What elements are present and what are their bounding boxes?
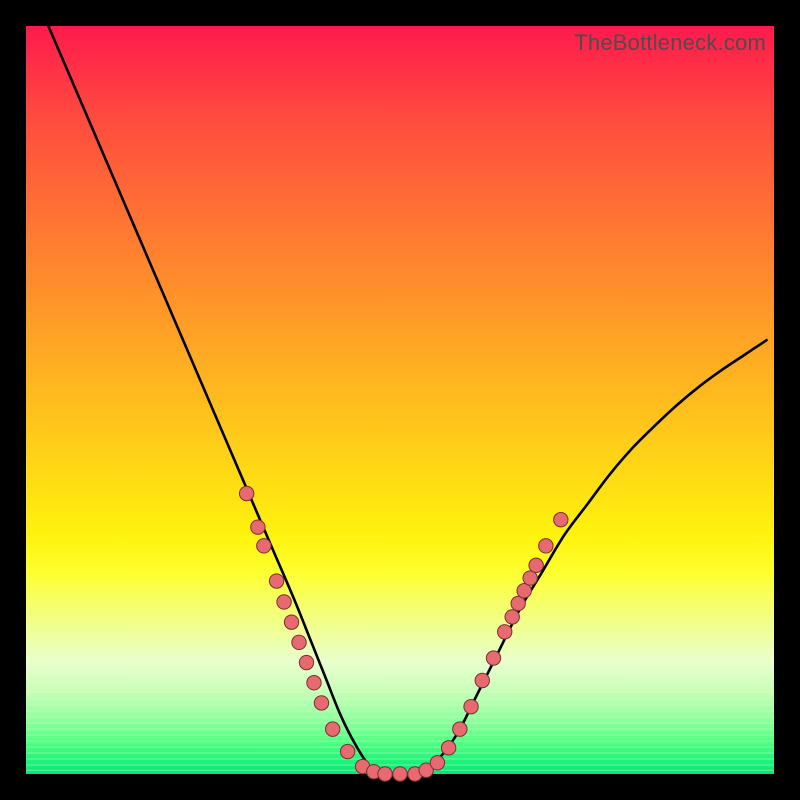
highlight-dot [475, 673, 489, 687]
chart-frame: TheBottleneck.com [0, 0, 800, 800]
highlight-dot [498, 625, 512, 639]
highlight-dot [239, 486, 253, 500]
watermark-text: TheBottleneck.com [574, 30, 766, 56]
highlight-dot [257, 539, 271, 553]
highlight-dot [393, 767, 407, 781]
highlight-dot [378, 767, 392, 781]
highlight-dot [299, 655, 313, 669]
highlight-dot [284, 615, 298, 629]
highlight-dot [292, 635, 306, 649]
highlight-dot [251, 520, 265, 534]
highlight-dot [511, 596, 525, 610]
curve-svg [26, 26, 774, 774]
bottleneck-curve [48, 26, 766, 775]
highlight-dot [523, 571, 537, 585]
highlight-dot [314, 696, 328, 710]
highlight-dot [325, 722, 339, 736]
highlight-dot [486, 651, 500, 665]
highlight-dots [239, 486, 568, 781]
highlight-dot [464, 699, 478, 713]
highlight-dot [505, 610, 519, 624]
highlight-dot [453, 722, 467, 736]
highlight-dot [441, 741, 455, 755]
highlight-dot [430, 756, 444, 770]
highlight-dot [277, 595, 291, 609]
highlight-dot [539, 539, 553, 553]
highlight-dot [517, 584, 531, 598]
highlight-dot [554, 512, 568, 526]
highlight-dot [307, 676, 321, 690]
highlight-dot [340, 744, 354, 758]
highlight-dot [529, 558, 543, 572]
highlight-dot [269, 574, 283, 588]
plot-area: TheBottleneck.com [26, 26, 774, 774]
